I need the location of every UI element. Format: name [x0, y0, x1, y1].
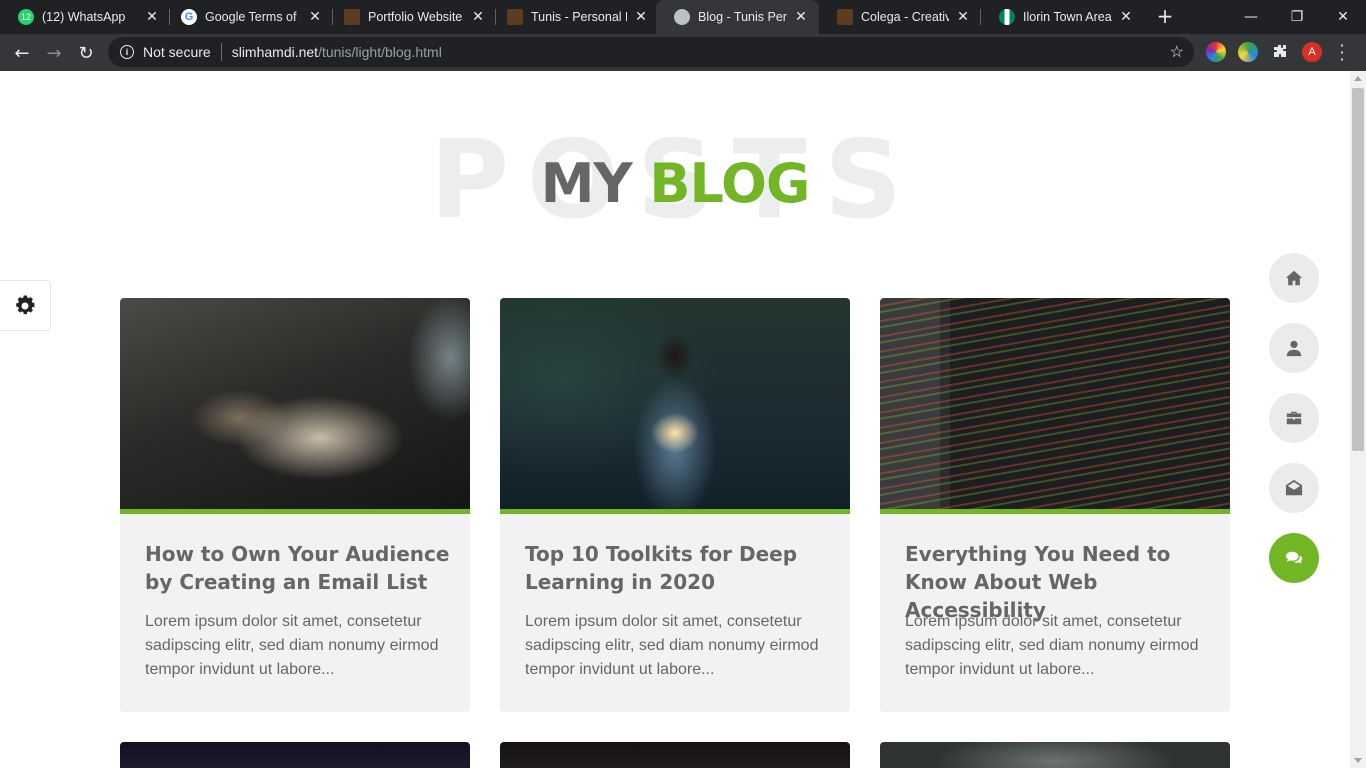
- google-icon: G: [181, 9, 197, 25]
- puzzle-extensions-icon[interactable]: [1270, 42, 1290, 62]
- tab-tunis-personal[interactable]: Tunis - Personal Po ✕: [489, 0, 659, 34]
- close-tab-icon[interactable]: ✕: [793, 9, 809, 25]
- themeforest-icon: [507, 9, 523, 25]
- color-extension-icon[interactable]: [1206, 42, 1226, 62]
- blog-post-card-partial[interactable]: [500, 742, 850, 768]
- close-window-button[interactable]: ✕: [1320, 0, 1366, 34]
- globe-icon: [674, 9, 690, 25]
- tab-whatsapp[interactable]: 12 (12) WhatsApp ✕: [0, 0, 170, 34]
- page-title-part2: BLOG: [649, 152, 810, 215]
- home-icon: [1285, 270, 1303, 286]
- tab-title: Tunis - Personal Po: [531, 10, 627, 24]
- minimize-button[interactable]: —: [1228, 0, 1274, 34]
- briefcase-icon: [1286, 411, 1302, 425]
- scroll-up-arrow[interactable]: [1354, 76, 1362, 81]
- restore-button[interactable]: ❐: [1274, 0, 1320, 34]
- extension-icon[interactable]: [1238, 42, 1258, 62]
- settings-button[interactable]: [0, 280, 51, 331]
- scroll-down-arrow[interactable]: [1354, 758, 1362, 763]
- nav-contact-button[interactable]: [1269, 463, 1319, 513]
- security-label[interactable]: Not secure: [143, 44, 211, 60]
- themeforest-icon: [837, 9, 853, 25]
- comments-icon: [1285, 551, 1303, 564]
- post-title[interactable]: Top 10 Toolkits for Deep Learning in 202…: [525, 540, 835, 596]
- blog-post-card-partial[interactable]: [880, 742, 1230, 768]
- nigeria-flag-icon: [999, 9, 1015, 25]
- blog-post-card[interactable]: Top 10 Toolkits for Deep Learning in 202…: [500, 298, 850, 712]
- page-scrollbar[interactable]: [1350, 71, 1366, 768]
- blog-post-card-partial[interactable]: [120, 742, 470, 768]
- browser-toolbar: ← → ↻ i Not secure slimhamdi.net/tunis/l…: [0, 34, 1366, 71]
- envelope-open-icon: [1285, 479, 1303, 496]
- blog-post-card[interactable]: How to Own Your Audience by Creating an …: [120, 298, 470, 712]
- reload-button[interactable]: ↻: [73, 40, 99, 66]
- browser-menu-icon[interactable]: · · ·: [1336, 38, 1348, 68]
- nav-home-button[interactable]: [1269, 253, 1319, 303]
- close-tab-icon[interactable]: ✕: [144, 9, 160, 25]
- blog-post-card[interactable]: Everything You Need to Know About Web Ac…: [880, 298, 1230, 712]
- whatsapp-icon: 12: [18, 9, 34, 25]
- tab-google-terms[interactable]: G Google Terms of Se ✕: [163, 0, 333, 34]
- close-tab-icon[interactable]: ✕: [307, 9, 323, 25]
- post-excerpt: Lorem ipsum dolor sit amet, consetetur s…: [525, 613, 819, 678]
- close-tab-icon[interactable]: ✕: [955, 9, 971, 25]
- gear-icon: [16, 295, 35, 314]
- tab-title: Ilorin Town Area Zo: [1023, 10, 1112, 24]
- post-image-code-editor[interactable]: [880, 298, 1230, 514]
- forward-button[interactable]: →: [41, 40, 67, 66]
- url-path: /tunis/light/blog.html: [318, 44, 442, 60]
- profile-avatar[interactable]: A: [1302, 42, 1322, 62]
- close-tab-icon[interactable]: ✕: [1118, 9, 1134, 25]
- post-excerpt: Lorem ipsum dolor sit amet, consetetur s…: [145, 613, 439, 678]
- close-tab-icon[interactable]: ✕: [470, 9, 486, 25]
- close-tab-icon[interactable]: ✕: [633, 9, 649, 25]
- tab-title: Blog - Tunis Person: [698, 10, 787, 24]
- user-icon: [1286, 340, 1302, 357]
- post-title[interactable]: How to Own Your Audience by Creating an …: [145, 540, 455, 596]
- nav-portfolio-button[interactable]: [1269, 393, 1319, 443]
- bookmark-star-icon[interactable]: ☆: [1170, 42, 1184, 62]
- nav-about-button[interactable]: [1269, 323, 1319, 373]
- address-bar[interactable]: i Not secure slimhamdi.net/tunis/light/b…: [108, 37, 1194, 67]
- url-text[interactable]: slimhamdi.net/tunis/light/blog.html: [232, 44, 442, 60]
- omnibox-divider: [220, 43, 222, 61]
- scroll-thumb[interactable]: [1352, 88, 1364, 451]
- url-host: slimhamdi.net: [231, 44, 319, 60]
- tab-portfolio-website[interactable]: Portfolio Website T ✕: [326, 0, 496, 34]
- tab-title: (12) WhatsApp: [42, 10, 126, 24]
- tab-title: Portfolio Website T: [368, 10, 464, 24]
- tab-blog-active[interactable]: Blog - Tunis Person ✕: [656, 0, 819, 34]
- info-icon[interactable]: i: [120, 45, 134, 59]
- new-tab-button[interactable]: +: [1154, 6, 1176, 28]
- post-image-reading-lights[interactable]: [500, 298, 850, 514]
- tab-strip: 12 (12) WhatsApp ✕ G Google Terms of Se …: [0, 0, 1366, 34]
- nav-blog-button[interactable]: [1269, 533, 1319, 583]
- themeforest-icon: [344, 9, 360, 25]
- tab-colega[interactable]: Colega - Creative P ✕: [819, 0, 981, 34]
- tab-ilorin[interactable]: Ilorin Town Area Zo ✕: [981, 0, 1144, 34]
- page-viewport: POSTS MY BLOG How to Own Your Audience b…: [0, 71, 1350, 768]
- post-image-books[interactable]: [120, 298, 470, 514]
- tab-title: Colega - Creative P: [861, 10, 949, 24]
- page-title: MY BLOG: [0, 157, 1350, 211]
- post-excerpt: Lorem ipsum dolor sit amet, consetetur s…: [905, 613, 1199, 678]
- tab-title: Google Terms of Se: [205, 10, 301, 24]
- page-title-part1: MY: [540, 152, 633, 215]
- back-button[interactable]: ←: [9, 40, 35, 66]
